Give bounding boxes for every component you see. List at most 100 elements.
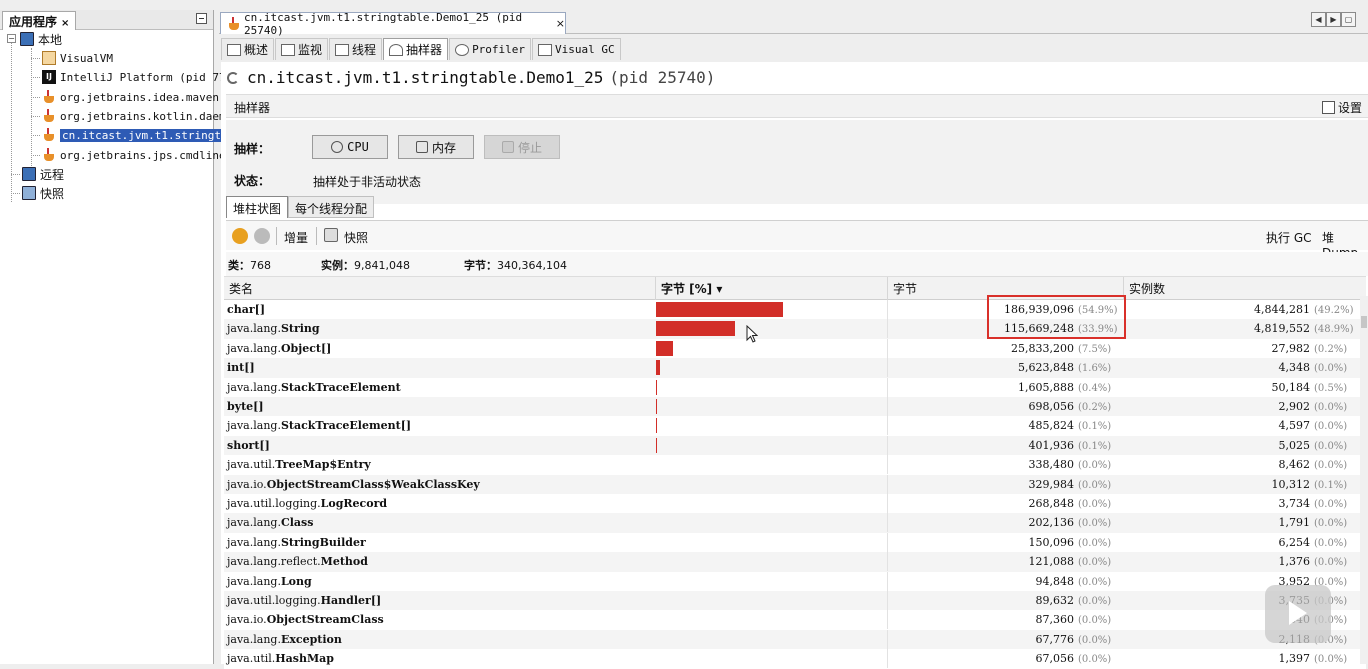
bytes-percent: (0.0%)	[1078, 499, 1112, 510]
stop-button[interactable]: 停止	[484, 135, 560, 159]
bytes-value: 268,848	[1028, 497, 1075, 510]
tree-node-intellij[interactable]: IJ IntelliJ Platform (pid 77	[42, 68, 226, 86]
visualvm-icon	[42, 51, 56, 65]
scroll-left-icon[interactable]: ◀	[1311, 12, 1326, 27]
package-name: java.util.logging.	[227, 594, 321, 607]
table-row[interactable]: java.util.HashMap 67,056 (0.0%) 1,397 (0.0%)	[224, 649, 1366, 669]
play-overlay-icon[interactable]	[1265, 585, 1331, 643]
settings-checkbox[interactable]	[1321, 101, 1335, 114]
monitor-icon	[281, 43, 296, 56]
memory-button[interactable]: 内存	[398, 135, 474, 159]
tab-list-icon[interactable]: ▢	[1341, 12, 1356, 27]
table-row[interactable]: java.lang.String 115,669,248 (33.9%) 4,819,…	[224, 319, 1366, 339]
table-row[interactable]: java.lang.StringBuilder 150,096 (0.0%) 6,25…	[224, 532, 1366, 553]
table-row[interactable]: java.io.ObjectStreamClass87,360(0.0%)840…	[224, 610, 1366, 630]
table-row[interactable]: java.lang.Exception67,776(0.0%)2,118(0.0…	[224, 629, 1366, 650]
tree-node-local[interactable]: 本地	[20, 30, 62, 48]
applications-tab[interactable]: 应用程序 ×	[2, 11, 77, 30]
class-name-cell: java.io.ObjectStreamClass	[227, 610, 653, 629]
package-name: java.lang.reflect.	[227, 555, 321, 569]
column-instances[interactable]: 实例数	[1124, 277, 1366, 301]
bytes-percent: (0.0%)	[1078, 557, 1112, 569]
instances-value: 4,819,552	[1254, 322, 1310, 336]
sampler-panel: cn.itcast.jvm.t1.stringtable.Demo1_25 (p…	[221, 62, 1368, 669]
bytes-percent-cell	[656, 494, 888, 513]
applications-tabbar: 应用程序 ×	[0, 10, 213, 30]
table-row[interactable]: java.lang.StackTraceElement 1,605,888 (0.4…	[224, 377, 1366, 397]
tree-node-remote[interactable]: 远程	[22, 165, 64, 183]
tab-monitor[interactable]: 监视	[275, 38, 329, 60]
tab-threads[interactable]: 线程	[329, 38, 383, 60]
tree-node-snapshots[interactable]: 快照	[22, 184, 64, 202]
table-row[interactable]: byte[] 698,056 (0.2%) 2,902 (0.0%)	[224, 397, 1366, 417]
table-row[interactable]: java.util.TreeMap$Entry 338,480 (0.0%) 8,46…	[224, 455, 1366, 475]
table-row[interactable]: java.lang.StackTraceElement[] 485,824 (0.1…	[224, 416, 1366, 436]
sampler-section-label: 抽样器	[234, 101, 271, 115]
tree-node-jps[interactable]: org.jetbrains.jps.cmdline	[42, 146, 226, 164]
instances-value: 6,254	[1278, 535, 1311, 549]
settings-toggle[interactable]: 设置	[1321, 99, 1362, 116]
tab-heap-histogram[interactable]: 堆柱状图	[226, 196, 289, 218]
tab-sampler[interactable]: 抽样器	[383, 38, 449, 60]
perform-gc-button[interactable]: 执行 GC	[1266, 229, 1312, 246]
tab-overview[interactable]: 概述	[221, 38, 275, 60]
tree-node-demo1-25[interactable]: cn.itcast.jvm.t1.stringta	[42, 126, 230, 144]
cpu-button[interactable]: CPU	[312, 135, 388, 159]
bytes-cell: 338,480 (0.0%)	[888, 455, 1124, 474]
class-name: Handler[]	[320, 594, 382, 607]
delta-button[interactable]: 增量	[284, 229, 308, 246]
class-name: short[]	[227, 438, 270, 452]
bytes-cell: 5,623,848 (1.6%)	[888, 358, 1124, 377]
bytes-percent-cell	[656, 474, 888, 494]
table-row[interactable]: java.lang.reflect.Method 121,088 (0.0%) 1,3…	[224, 552, 1366, 572]
table-scrollbar[interactable]	[1360, 296, 1368, 664]
tab-profiler[interactable]: Profiler	[449, 38, 532, 60]
column-class-name[interactable]: 类名	[224, 277, 656, 301]
tab-per-thread-allocation[interactable]: 每个线程分配	[288, 196, 375, 218]
instances-cell: 4,819,552 (48.9%)	[1124, 319, 1358, 338]
table-row[interactable]: java.util.logging.LogRecord 268,848 (0.0%)…	[224, 494, 1366, 514]
snapshot-button[interactable]: 快照	[344, 229, 368, 246]
table-row[interactable]: char[] 186,939,096 (54.9%) 4,844,281 (49.2%)	[224, 300, 1366, 320]
document-tab[interactable]: cn.itcast.jvm.t1.stringtable.Demo1_25 (p…	[220, 10, 566, 37]
refresh-icon[interactable]	[254, 228, 270, 244]
status-label: 状态：	[234, 174, 271, 188]
tab-navigation: ◀ ▶ ▢	[1311, 12, 1356, 27]
instances-percent: (0.0%)	[1314, 518, 1348, 530]
collapse-icon[interactable]: −	[7, 34, 16, 43]
close-icon[interactable]: ×	[556, 17, 565, 30]
class-name: StackTraceElement	[280, 380, 401, 394]
bytes-percent-cell	[656, 591, 888, 610]
tab-visual-gc[interactable]: Visual GC	[532, 38, 621, 60]
visual-gc-icon	[538, 43, 553, 56]
instances-percent: (0.2%)	[1314, 343, 1348, 355]
table-row[interactable]: java.lang.Object[] 25,833,200 (7.5%) 27,982…	[224, 338, 1366, 359]
tree-node-visualvm[interactable]: VisualVM	[42, 49, 113, 67]
table-row[interactable]: java.io.ObjectStreamClass$WeakClassKey 32…	[224, 474, 1366, 494]
class-name-cell: byte[]	[227, 397, 653, 416]
document-tab-label: cn.itcast.jvm.t1.stringtable.Demo1_25 (p…	[244, 10, 523, 37]
table-row[interactable]: java.lang.Class 202,136 (0.0%) 1,791 (0.0%)	[224, 513, 1366, 533]
table-row[interactable]: java.lang.Long 94,848 (0.0%) 3,952 (0.0%)	[224, 571, 1366, 591]
class-name: HashMap	[275, 652, 334, 666]
close-icon[interactable]: ×	[61, 18, 69, 29]
bytes-percent: (0.0%)	[1078, 654, 1112, 666]
scroll-right-icon[interactable]: ▶	[1326, 12, 1341, 27]
bytes-value: 89,632	[1035, 594, 1075, 607]
minimize-icon[interactable]	[196, 13, 207, 24]
pause-icon[interactable]	[232, 228, 248, 244]
table-row[interactable]: java.util.logging.Handler[]89,632(0.0%)3…	[224, 591, 1366, 611]
column-bytes-percent[interactable]: 字节 [%] ▾	[656, 277, 888, 301]
instances-cell: 10,312 (0.1%)	[1124, 475, 1358, 494]
bytes-cell: 94,848 (0.0%)	[888, 572, 1124, 591]
scrollbar-thumb[interactable]	[1361, 316, 1367, 328]
bytes-percent: (0.0%)	[1078, 518, 1112, 530]
tree-node-maven[interactable]: org.jetbrains.idea.maven.	[42, 88, 226, 106]
package-name: java.lang.	[227, 341, 281, 355]
table-row[interactable]: int[] 5,623,848 (1.6%) 4,348 (0.0%)	[224, 358, 1366, 378]
bytes-percent-cell	[656, 338, 888, 358]
applications-tab-label: 应用程序	[9, 15, 58, 29]
table-row[interactable]: short[] 401,936 (0.1%) 5,025 (0.0%)	[224, 435, 1366, 456]
tree-node-kotlin-daemon[interactable]: org.jetbrains.kotlin.daem	[42, 107, 226, 125]
bytes-percent-cell	[656, 629, 888, 649]
